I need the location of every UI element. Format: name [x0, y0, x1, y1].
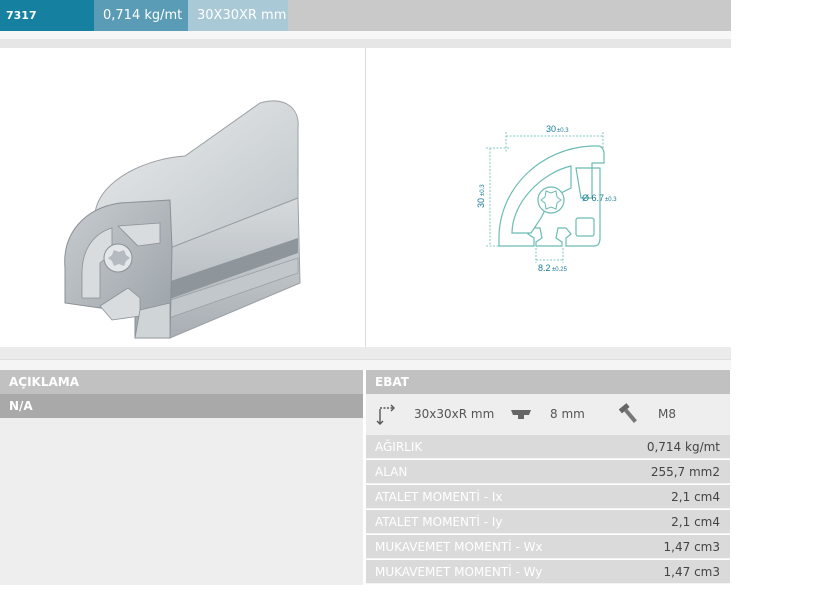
bolt-icon: [618, 403, 637, 423]
spec-value: 1,47 cm3: [663, 540, 720, 554]
product-3d-image: [0, 48, 365, 347]
spec-label: MUKAVEMET MOMENTİ - Wy: [375, 565, 543, 579]
divider-strip: [0, 31, 731, 39]
product-weight: 0,714 kg/mt: [94, 0, 188, 31]
technical-drawing: 30 ±0.3 30 ±0.3 Ø 6.7 ±0.3 8.2 ±0.25: [366, 48, 731, 347]
height-dimension-label: 30: [476, 198, 486, 208]
dimensions-summary-row: 30x30xR mm 8 mm M8: [366, 394, 730, 435]
description-value: N/A: [0, 394, 363, 418]
spec-row: ATALET MOMENTİ - Iy 2,1 cm4: [366, 510, 730, 534]
spec-row: MUKAVEMET MOMENTİ - Wy 1,47 cm3: [366, 560, 730, 584]
spec-label: ATALET MOMENTİ - Ix: [375, 490, 503, 504]
spec-label: MUKAVEMET MOMENTİ - Wx: [375, 540, 543, 554]
profile-section-drawing: 30 ±0.3 30 ±0.3 Ø 6.7 ±0.3 8.2 ±0.25: [476, 124, 617, 273]
width-dimension-label: 30: [546, 124, 556, 134]
width-tolerance-label: ±0.3: [557, 128, 569, 134]
slot-tolerance-label: ±0.25: [552, 267, 568, 273]
slot-size-value: 8 mm: [550, 407, 585, 421]
hole-diameter-label: Ø 6.7: [582, 193, 604, 203]
spec-label: ATALET MOMENTİ - Iy: [375, 515, 503, 529]
aluminium-profile-render: [64, 100, 301, 339]
divider-strip: [0, 347, 731, 359]
dimensions-heading: EBAT: [366, 370, 730, 394]
product-code: 7317: [0, 0, 94, 31]
bolt-value: M8: [658, 407, 676, 421]
spec-row: MUKAVEMET MOMENTİ - Wx 1,47 cm3: [366, 535, 730, 559]
spec-row: ATALET MOMENTİ - Ix 2,1 cm4: [366, 485, 730, 509]
hole-tolerance-label: ±0.3: [605, 197, 617, 203]
description-body: [0, 418, 363, 585]
profile-size-value: 30x30xR mm: [414, 407, 495, 421]
dimension-arrows-icon: [376, 404, 395, 425]
product-header-bar: 7317 0,714 kg/mt 30X30XR mm: [0, 0, 731, 31]
spec-value: 2,1 cm4: [671, 490, 720, 504]
spec-value: 255,7 mm2: [650, 465, 720, 479]
height-tolerance-label: ±0.3: [480, 184, 486, 196]
spec-value: 2,1 cm4: [671, 515, 720, 529]
spec-row: ALAN 255,7 mm2: [366, 460, 730, 484]
slot-width-label: 8.2: [538, 263, 551, 273]
slot-nut-icon: [511, 410, 531, 419]
spec-value: 1,47 cm3: [663, 565, 720, 579]
product-size: 30X30XR mm: [188, 0, 288, 31]
spec-row: AĞIRLIK 0,714 kg/mt: [366, 435, 730, 459]
spec-label: AĞIRLIK: [375, 440, 423, 454]
description-heading: AÇIKLAMA: [0, 370, 363, 394]
spec-label: ALAN: [375, 465, 408, 479]
divider-strip: [0, 39, 731, 48]
divider-strip: [0, 359, 731, 370]
spec-value: 0,714 kg/mt: [646, 440, 720, 454]
